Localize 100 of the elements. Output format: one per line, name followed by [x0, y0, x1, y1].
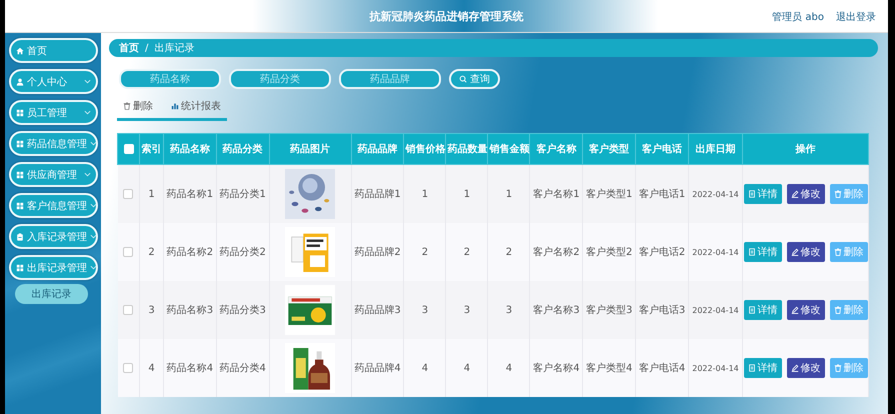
bar-chart-icon	[171, 102, 179, 110]
logout-link[interactable]: 退出登录	[836, 10, 876, 24]
grid-icon	[16, 202, 24, 210]
action-button[interactable]: 删除	[830, 300, 868, 320]
row-checkbox[interactable]	[123, 362, 134, 373]
grid-icon	[16, 108, 24, 116]
toolbar-button[interactable]: 删除	[117, 97, 159, 115]
table-cell: 客户电话1	[636, 164, 688, 223]
table-cell: 客户类型1	[582, 164, 636, 223]
breadcrumb-link[interactable]: 首页	[119, 41, 139, 55]
table-cell: 2	[446, 223, 488, 281]
table-cell: 2	[488, 223, 530, 281]
table-cell: 客户名称1	[530, 164, 583, 223]
action-button[interactable]: 修改	[786, 358, 824, 378]
menu-item[interactable]: 客户信息管理	[9, 193, 98, 218]
action-button[interactable]: 详情	[744, 300, 782, 320]
home-icon	[16, 46, 24, 54]
table-cell: 3	[488, 281, 530, 339]
action-button[interactable]: 详情	[744, 242, 782, 262]
table-cell: 3	[140, 281, 164, 339]
table-cell: 药品分类1	[216, 164, 270, 223]
menu-item[interactable]: 入库记录管理	[9, 224, 98, 249]
column-header: 客户电话	[636, 134, 688, 164]
row-checkbox[interactable]	[123, 188, 134, 199]
menu-item[interactable]: 供应商管理	[9, 162, 98, 187]
breadcrumb-separator: /	[145, 42, 148, 54]
user-label: 管理员 abo	[772, 11, 824, 24]
table-cell: 药品名称3	[164, 281, 216, 339]
search-field[interactable]: 药品品牌	[339, 69, 441, 89]
column-header: 销售金额	[488, 134, 530, 164]
search-field[interactable]: 药品分类	[229, 69, 331, 89]
table-cell: 3	[404, 281, 446, 339]
table-cell: 1	[140, 164, 164, 223]
table-cell: 客户名称2	[530, 223, 583, 281]
row-checkbox[interactable]	[123, 304, 134, 315]
table-cell: 4	[488, 339, 530, 397]
action-button[interactable]: 修改	[786, 184, 824, 204]
pen-icon	[790, 190, 798, 198]
menu-item[interactable]: 个人中心	[9, 69, 98, 94]
trash-icon	[834, 306, 842, 314]
table-cell: 2	[404, 223, 446, 281]
table-cell: 药品名称4	[164, 339, 216, 397]
grid-icon	[16, 140, 24, 148]
column-header: 客户名称	[530, 134, 583, 164]
menu-item[interactable]: 员工管理	[9, 100, 98, 125]
clipboard-icon	[16, 232, 24, 240]
column-header: 操作	[742, 134, 868, 164]
table-cell: 客户电话4	[636, 339, 688, 397]
trash-icon	[834, 190, 842, 198]
column-header: 药品图片	[269, 134, 352, 164]
column-header: 药品名称	[164, 134, 216, 164]
table-cell: 药品分类2	[216, 223, 270, 281]
table-cell: 药品品牌2	[351, 223, 404, 281]
search-field[interactable]: 药品名称	[119, 69, 221, 89]
document-icon	[748, 248, 756, 256]
document-icon	[748, 306, 756, 314]
table-cell: 药品名称2	[164, 223, 216, 281]
breadcrumb-link[interactable]: 出库记录	[154, 41, 194, 55]
action-button[interactable]: 删除	[830, 184, 868, 204]
toolbar-button[interactable]: 统计报表	[165, 97, 227, 115]
action-button[interactable]: 修改	[786, 242, 824, 262]
select-all-checkbox[interactable]	[124, 144, 134, 154]
table-cell: 药品分类4	[216, 339, 270, 397]
row-checkbox[interactable]	[123, 246, 134, 257]
trash-icon	[123, 102, 131, 110]
column-header: 客户类型	[582, 134, 636, 164]
column-header: 出库日期	[688, 134, 742, 164]
table-cell: 客户名称3	[530, 281, 583, 339]
table-cell: 药品品牌4	[351, 339, 404, 397]
table-cell: 1	[488, 164, 530, 223]
table-cell: 4	[140, 339, 164, 397]
submenu-item[interactable]: 出库记录	[15, 284, 88, 304]
table-cell: 药品分类3	[216, 281, 270, 339]
table-cell: 客户类型3	[582, 281, 636, 339]
table-cell: 客户电话3	[636, 281, 688, 339]
document-icon	[748, 190, 756, 198]
table-cell: 1	[404, 164, 446, 223]
action-button[interactable]: 修改	[786, 300, 824, 320]
column-header: 销售价格	[404, 134, 446, 164]
menu-item[interactable]: 首页	[9, 38, 98, 63]
column-header: 药品数量	[446, 134, 488, 164]
action-button[interactable]: 删除	[830, 358, 868, 378]
action-button[interactable]: 删除	[830, 242, 868, 262]
menu-item[interactable]: 药品信息管理	[9, 131, 98, 156]
table-cell: 客户名称4	[530, 339, 583, 397]
grid-icon	[16, 264, 24, 272]
table-cell: 药品品牌1	[351, 164, 404, 223]
pen-icon	[790, 364, 798, 372]
action-button[interactable]: 详情	[744, 184, 782, 204]
column-header: 药品品牌	[351, 134, 404, 164]
table-cell: 药品名称1	[164, 164, 216, 223]
menu-item[interactable]: 出库记录管理	[9, 255, 98, 280]
table-cell: 2022-04-14	[688, 223, 742, 281]
table-cell: 2	[140, 223, 164, 281]
app-title: 抗新冠肺炎药品进销存管理系统	[370, 8, 524, 24]
document-icon	[748, 364, 756, 372]
action-button[interactable]: 详情	[744, 358, 782, 378]
table-cell: 1	[446, 164, 488, 223]
search-button[interactable]: 查询	[449, 69, 500, 89]
pen-icon	[790, 248, 798, 256]
